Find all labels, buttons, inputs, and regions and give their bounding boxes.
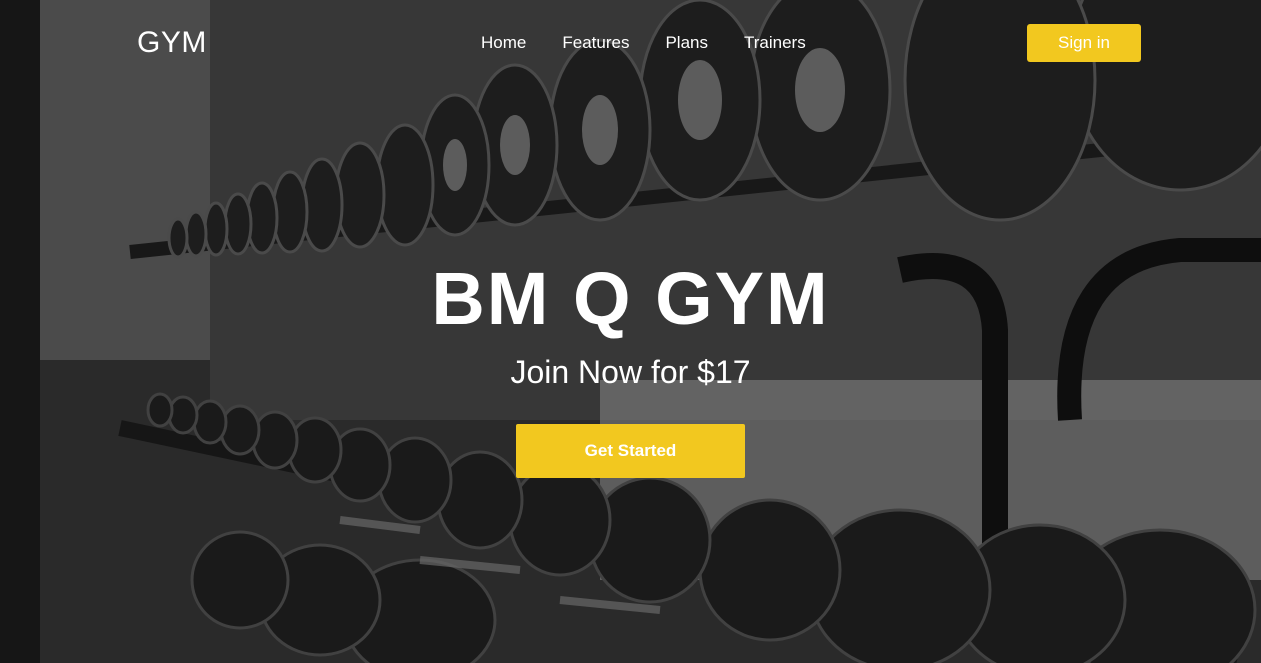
get-started-button[interactable]: Get Started — [516, 424, 745, 478]
nav-link-home[interactable]: Home — [481, 33, 526, 53]
nav-link-features[interactable]: Features — [562, 33, 629, 53]
main-menu: Home Features Plans Trainers — [481, 33, 806, 53]
nav-link-plans[interactable]: Plans — [665, 33, 708, 53]
hero-subtitle: Join Now for $17 — [510, 354, 751, 390]
brand-logo[interactable]: GYM — [137, 26, 207, 60]
top-navbar: GYM Home Features Plans Trainers Sign in — [0, 0, 1261, 86]
hero-title: BM Q GYM — [431, 257, 830, 340]
sign-in-button[interactable]: Sign in — [1027, 24, 1141, 62]
nav-link-trainers[interactable]: Trainers — [744, 33, 806, 53]
